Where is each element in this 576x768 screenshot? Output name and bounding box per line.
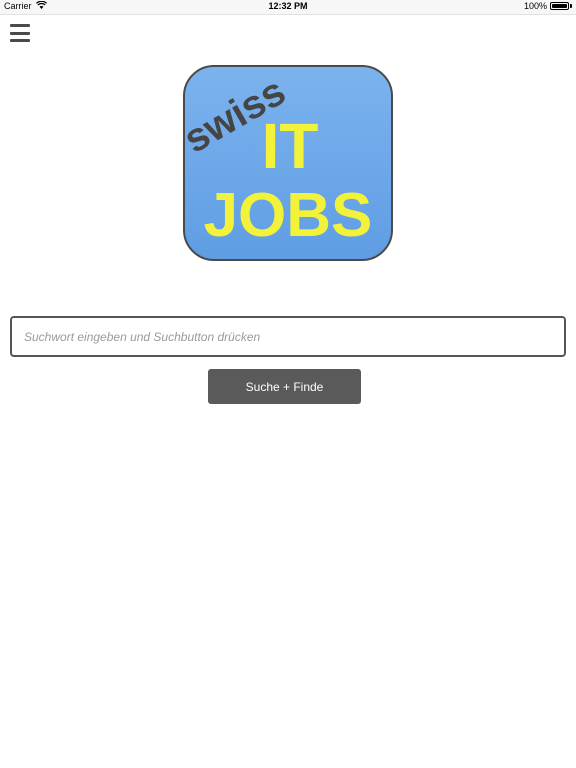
battery-icon (550, 2, 569, 10)
hamburger-menu-icon[interactable] (10, 24, 30, 42)
search-input[interactable] (10, 316, 566, 357)
battery-percent: 100% (523, 1, 547, 11)
logo-jobs-text: JOBS (204, 181, 373, 250)
battery-tip (570, 4, 572, 8)
clock: 12:32 PM (268, 1, 308, 11)
swiss-it-jobs-logo: swiss IT JOBS (182, 65, 393, 261)
status-bar: Carrier 12:32 PM 100% (0, 0, 576, 15)
search-button[interactable]: Suche + Finde (208, 369, 361, 404)
logo-it-text: IT (262, 110, 319, 182)
status-right: 100% (524, 1, 572, 11)
